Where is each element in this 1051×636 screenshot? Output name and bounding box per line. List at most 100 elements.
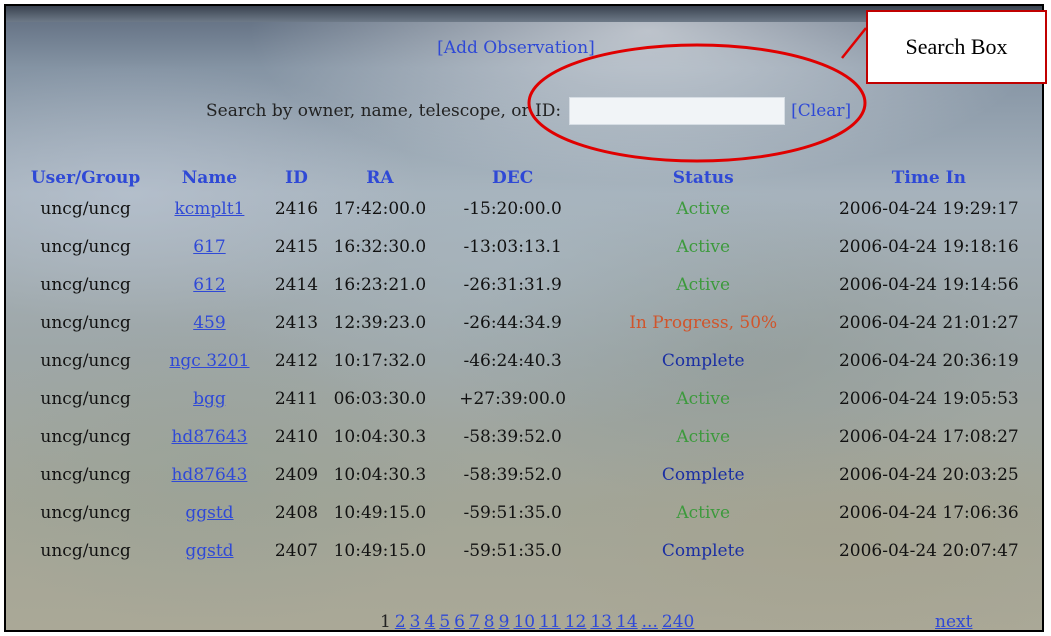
cell-ra: 10:17:32.0 bbox=[325, 342, 434, 380]
cell-user-group: uncg/uncg bbox=[20, 266, 151, 304]
search-input[interactable] bbox=[569, 97, 786, 125]
observation-name-link[interactable]: 459 bbox=[193, 313, 225, 333]
table-row: uncg/uncg ngc 3201 2412 10:17:32.0 -46:24:40… bbox=[20, 342, 1042, 380]
next-page-link[interactable]: next bbox=[935, 612, 972, 630]
page-link[interactable]: 14 bbox=[616, 612, 638, 630]
column-header-id[interactable]: ID bbox=[268, 166, 325, 190]
page-link[interactable]: 5 bbox=[439, 612, 450, 630]
last-page-link[interactable]: 240 bbox=[662, 612, 694, 630]
observation-name-link[interactable]: hd87643 bbox=[171, 427, 247, 447]
cell-ra-text: 16:23:21.0 bbox=[333, 275, 427, 295]
cell-ra-text: 10:04:30.3 bbox=[333, 427, 427, 447]
cell-dec-text: -58:39:52.0 bbox=[463, 427, 562, 447]
callout-label: Search Box bbox=[905, 34, 1008, 59]
cell-dec: -58:39:52.0 bbox=[435, 456, 591, 494]
cell-id: 2415 bbox=[268, 228, 325, 266]
cell-time-in-text: 2006-04-24 19:18:16 bbox=[838, 237, 1019, 257]
cell-time-in-text: 2006-04-24 19:14:56 bbox=[838, 275, 1019, 295]
search-box-callout: Search Box bbox=[866, 10, 1047, 84]
cell-time-in: 2006-04-24 17:08:27 bbox=[816, 418, 1042, 456]
page-link[interactable]: 8 bbox=[484, 612, 495, 630]
page-link[interactable]: 6 bbox=[454, 612, 465, 630]
page-link[interactable]: 3 bbox=[410, 612, 421, 630]
cell-time-in: 2006-04-24 19:14:56 bbox=[816, 266, 1042, 304]
cell-ra: 12:39:23.0 bbox=[325, 304, 434, 342]
cell-user-group-text: uncg/uncg bbox=[40, 351, 131, 371]
cell-id: 2412 bbox=[268, 342, 325, 380]
page-link[interactable]: 4 bbox=[424, 612, 435, 630]
cell-user-group: uncg/uncg bbox=[20, 190, 151, 228]
cell-id-text: 2407 bbox=[274, 541, 319, 561]
cell-dec-text: -59:51:35.0 bbox=[463, 503, 562, 523]
observation-name-link[interactable]: hd87643 bbox=[171, 465, 247, 485]
cell-ra-text: 17:42:00.0 bbox=[333, 199, 427, 219]
column-header-user-group[interactable]: User/Group bbox=[20, 166, 151, 190]
page-link[interactable]: 11 bbox=[539, 612, 561, 630]
cell-name: hd87643 bbox=[151, 456, 268, 494]
table-row: uncg/uncg ggstd 2408 10:49:15.0 -59:51:35.0 A… bbox=[20, 494, 1042, 532]
page-link[interactable]: 13 bbox=[590, 612, 612, 630]
cell-dec: +27:39:00.0 bbox=[435, 380, 591, 418]
cell-ra: 10:49:15.0 bbox=[325, 494, 434, 532]
cell-status: In Progress, 50% bbox=[591, 304, 816, 342]
cell-status-text: Active bbox=[676, 503, 731, 523]
cell-dec: -13:03:13.1 bbox=[435, 228, 591, 266]
cell-status-text: In Progress, 50% bbox=[629, 313, 778, 333]
page-link[interactable]: 9 bbox=[499, 612, 510, 630]
page-ellipsis[interactable]: ... bbox=[642, 612, 658, 630]
cell-time-in: 2006-04-24 20:36:19 bbox=[816, 342, 1042, 380]
observations-table: User/Group Name ID RA DEC Status Time In… bbox=[20, 166, 1042, 570]
cell-status: Active bbox=[591, 190, 816, 228]
page-link[interactable]: 7 bbox=[469, 612, 480, 630]
cell-user-group-text: uncg/uncg bbox=[40, 389, 131, 409]
table-body: uncg/uncg kcmplt1 2416 17:42:00.0 -15:20:00.… bbox=[20, 190, 1042, 570]
cell-ra: 16:23:21.0 bbox=[325, 266, 434, 304]
cell-id: 2408 bbox=[268, 494, 325, 532]
cell-ra: 06:03:30.0 bbox=[325, 380, 434, 418]
cell-ra-text: 10:04:30.3 bbox=[333, 465, 427, 485]
add-observation-link[interactable]: [Add Observation] bbox=[437, 38, 595, 58]
cell-time-in-text: 2006-04-24 20:03:25 bbox=[838, 465, 1019, 485]
page-link[interactable]: 2 bbox=[395, 612, 406, 630]
cell-user-group: uncg/uncg bbox=[20, 380, 151, 418]
cell-name: bgg bbox=[151, 380, 268, 418]
cell-status: Active bbox=[591, 228, 816, 266]
cell-time-in-text: 2006-04-24 19:05:53 bbox=[838, 389, 1019, 409]
table-row: uncg/uncg hd87643 2410 10:04:30.3 -58:39:52.… bbox=[20, 418, 1042, 456]
cell-ra: 16:32:30.0 bbox=[325, 228, 434, 266]
observation-name-link[interactable]: bgg bbox=[193, 389, 226, 409]
cell-id-text: 2415 bbox=[274, 237, 319, 257]
observation-name-link[interactable]: 612 bbox=[193, 275, 225, 295]
cell-dec-text: -13:03:13.1 bbox=[463, 237, 562, 257]
column-header-status[interactable]: Status bbox=[591, 166, 816, 190]
observation-name-link[interactable]: ggstd bbox=[185, 503, 233, 523]
observation-name-link[interactable]: 617 bbox=[193, 237, 225, 257]
table-row: uncg/uncg ggstd 2407 10:49:15.0 -59:51:35.0 C… bbox=[20, 532, 1042, 570]
cell-status: Complete bbox=[591, 532, 816, 570]
column-header-ra[interactable]: RA bbox=[325, 166, 434, 190]
clear-search-link[interactable]: [Clear] bbox=[791, 101, 851, 121]
column-header-dec[interactable]: DEC bbox=[435, 166, 591, 190]
cell-status-text: Complete bbox=[661, 541, 745, 561]
observation-name-link[interactable]: kcmplt1 bbox=[174, 199, 244, 219]
observation-name-link[interactable]: ngc 3201 bbox=[169, 351, 249, 371]
column-header-name[interactable]: Name bbox=[151, 166, 268, 190]
cell-user-group-text: uncg/uncg bbox=[40, 427, 131, 447]
cell-user-group-text: uncg/uncg bbox=[40, 541, 131, 561]
observation-name-link[interactable]: ggstd bbox=[185, 541, 233, 561]
cell-ra-text: 10:49:15.0 bbox=[333, 503, 427, 523]
cell-dec-text: -15:20:00.0 bbox=[463, 199, 562, 219]
cell-name: hd87643 bbox=[151, 418, 268, 456]
column-header-time-in[interactable]: Time In bbox=[816, 166, 1042, 190]
page-link[interactable]: 12 bbox=[565, 612, 587, 630]
cell-ra: 10:49:15.0 bbox=[325, 532, 434, 570]
cell-ra: 17:42:00.0 bbox=[325, 190, 434, 228]
cell-dec: -59:51:35.0 bbox=[435, 494, 591, 532]
cell-user-group: uncg/uncg bbox=[20, 418, 151, 456]
page-link[interactable]: 10 bbox=[513, 612, 535, 630]
cell-name: 459 bbox=[151, 304, 268, 342]
cell-status: Complete bbox=[591, 456, 816, 494]
cell-id: 2411 bbox=[268, 380, 325, 418]
cell-time-in-text: 2006-04-24 17:06:36 bbox=[838, 503, 1019, 523]
cell-name: ngc 3201 bbox=[151, 342, 268, 380]
